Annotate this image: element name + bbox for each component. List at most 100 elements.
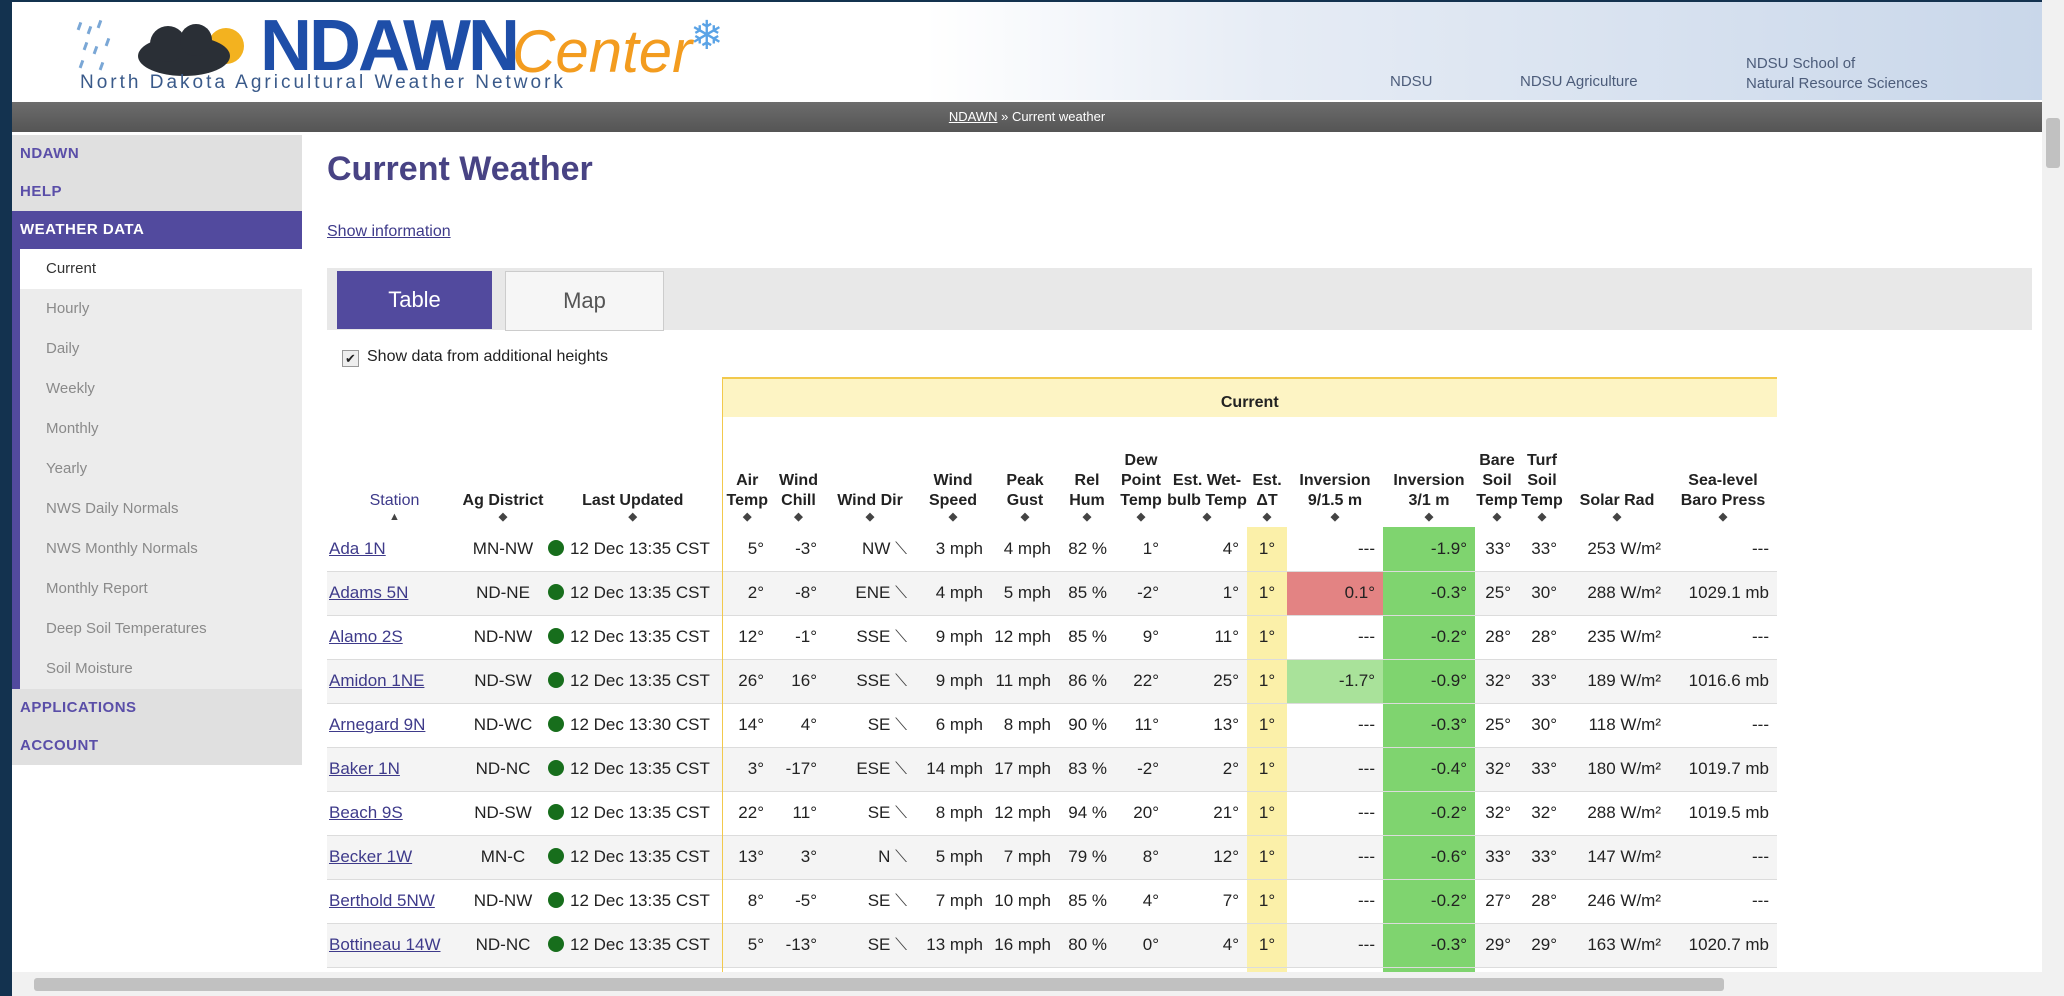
sidebar-item-current[interactable]: Current [12, 249, 302, 289]
cell-dew-point: 8° [1115, 835, 1167, 879]
cell-baro-press: 1019.7 mb [1669, 747, 1777, 791]
cell-air-temp: 22° [721, 791, 772, 835]
cell-rel-hum: 85 % [1059, 571, 1115, 615]
cell-inversion-9: --- [1358, 538, 1375, 558]
col-header-inversion-3[interactable]: Inversion 3/1 m ◆ [1383, 417, 1475, 527]
col-header-dew-point[interactable]: Dew Point Temp ◆ [1115, 417, 1167, 527]
wind-barb-icon: ⟍ [890, 671, 907, 690]
cell-turf-soil-temp: 33° [1519, 835, 1565, 879]
col-header-delta-t[interactable]: Est. ΔT ◆ [1247, 417, 1287, 527]
col-header-rel-hum[interactable]: Rel Hum ◆ [1059, 417, 1115, 527]
ndsu-link[interactable]: NDSU [1390, 72, 1433, 91]
cell-turf-soil-temp: 28° [1531, 891, 1557, 910]
sidebar-section-ndawn[interactable]: NDAWN [12, 135, 302, 173]
cell-last-updated: 12 Dec 13:35 CST [544, 923, 722, 967]
sidebar-item-monthly-report[interactable]: Monthly Report [12, 569, 302, 609]
cell-delta-t: 1° [1247, 923, 1287, 967]
col-header-wind-speed[interactable]: Wind Speed ◆ [915, 417, 991, 527]
cell-last-updated: 12 Dec 13:35 CST [544, 835, 722, 879]
cell-bare-soil-temp: 32° [1475, 659, 1519, 703]
col-header-baro-press[interactable]: Sea-level Baro Press ◆ [1669, 417, 1777, 527]
col-header-turf-soil[interactable]: Turf Soil Temp ◆ [1519, 417, 1565, 527]
cell-last-updated: 12 Dec 13:35 CST [544, 527, 722, 571]
cell-station-link[interactable]: Amidon 1NE [327, 659, 462, 703]
wind-barb-icon: ⟍ [890, 759, 907, 778]
wind-barb-icon: ⟍ [890, 627, 907, 646]
sidebar-item-monthly[interactable]: Monthly [12, 409, 302, 449]
cell-station-link[interactable]: Berthold 5NW [327, 879, 462, 923]
col-header-peak-gust[interactable]: Peak Gust ◆ [991, 417, 1059, 527]
cell-station-link[interactable]: Arnegard 9N [327, 703, 462, 747]
col-header-inversion-9[interactable]: Inversion 9/1.5 m ◆ [1287, 417, 1383, 527]
col-header-ag-district[interactable]: Ag District ◆ [462, 417, 544, 527]
cell-station-link[interactable]: Bottineau 14W [327, 923, 462, 967]
cell-wind-speed: 13 mph [915, 923, 991, 967]
cell-station-link[interactable]: Becker 1W [327, 835, 462, 879]
sort-icon: ◆ [794, 511, 803, 523]
cell-station-link[interactable]: Alamo 2S [327, 615, 462, 659]
cell-rel-hum: 86 % [1059, 659, 1115, 703]
cell-delta-t: 1° [1247, 747, 1287, 791]
horizontal-scroll-thumb[interactable] [34, 978, 1724, 991]
cell-wind-chill: 3° [772, 835, 825, 879]
cell-wind-chill: -5° [795, 891, 817, 910]
sidebar-item-deep-soil-temperatures[interactable]: Deep Soil Temperatures [12, 609, 302, 649]
col-header-station[interactable]: Station ▲ [327, 417, 462, 527]
ndsu-agriculture-link[interactable]: NDSU Agriculture [1520, 72, 1638, 91]
cell-wet-bulb: 21° [1213, 803, 1239, 822]
col-header-wind-dir[interactable]: Wind Dir ◆ [825, 417, 915, 527]
cell-station-link[interactable]: Baker 1N [327, 747, 462, 791]
sidebar-item-nws-daily-normals[interactable]: NWS Daily Normals [12, 489, 302, 529]
ndsu-school-link-line2[interactable]: Natural Resource Sciences [1746, 74, 1928, 93]
cell-station-link[interactable]: Beach 9S [327, 791, 462, 835]
vertical-scroll-thumb[interactable] [2046, 118, 2060, 168]
sidebar-section-weather-data[interactable]: WEATHER DATA [12, 211, 302, 249]
cell-station-link[interactable]: Adams 5N [327, 571, 462, 615]
cell-wind-speed: 14 mph [915, 747, 991, 791]
tab-table[interactable]: Table [337, 271, 492, 329]
additional-heights-checkbox[interactable]: ✔ [342, 350, 359, 367]
sidebar-item-daily[interactable]: Daily [12, 329, 302, 369]
col-header-solar-rad[interactable]: Solar Rad ◆ [1565, 417, 1669, 527]
col-header-wind-chill[interactable]: Wind Chill ◆ [772, 417, 825, 527]
sidebar-item-yearly[interactable]: Yearly [12, 449, 302, 489]
cell-air-temp: 12° [721, 615, 772, 659]
cell-turf-soil-temp: 32° [1531, 803, 1557, 822]
sidebar-item-nws-monthly-normals[interactable]: NWS Monthly Normals [12, 529, 302, 569]
vertical-scrollbar[interactable] [2042, 0, 2064, 996]
sort-icon: ◆ [1718, 511, 1728, 523]
cell-delta-t: 1° [1247, 615, 1287, 659]
status-ok-icon [548, 936, 564, 952]
breadcrumb-root-link[interactable]: NDAWN [949, 109, 998, 124]
sidebar-item-soil-moisture[interactable]: Soil Moisture [12, 649, 302, 689]
cell-wet-bulb: 4° [1222, 538, 1239, 558]
sidebar-section-help[interactable]: HELP [12, 173, 302, 211]
sort-icon: ◆ [948, 511, 958, 523]
cell-delta-t: 1° [1247, 791, 1287, 835]
cell-baro-press: --- [1752, 715, 1769, 734]
cell-bare-soil-temp: 33° [1475, 835, 1519, 879]
col-header-air-temp[interactable]: Air Temp ◆ [721, 417, 772, 527]
horizontal-scrollbar[interactable] [12, 972, 2042, 996]
table-row: Becker 1W MN-C 12 Dec 13:35 CST 13° 3° N ⟍ 5 m… [327, 835, 1777, 879]
cell-station-link[interactable]: Ada 1N [327, 527, 462, 571]
table-row: Beach 9S ND-SW 12 Dec 13:35 CST 22° 11° SE ⟍ 8… [327, 791, 1777, 835]
cell-wet-bulb: 13° [1213, 715, 1239, 734]
sidebar-section-applications[interactable]: APPLICATIONS [12, 689, 302, 727]
sidebar-item-hourly[interactable]: Hourly [12, 289, 302, 329]
cell-bare-soil-temp: 32° [1475, 747, 1519, 791]
sidebar-item-weekly[interactable]: Weekly [12, 369, 302, 409]
cell-turf-soil-temp: 33° [1519, 747, 1565, 791]
sidebar-section-account[interactable]: ACCOUNT [12, 727, 302, 765]
sort-icon: ◆ [1020, 511, 1030, 523]
tab-map[interactable]: Map [505, 271, 664, 331]
show-information-link[interactable]: Show information [327, 223, 451, 241]
cell-inversion-3: -0.2° [1383, 791, 1475, 835]
cell-peak-gust: 17 mph [991, 747, 1059, 791]
ndsu-school-link-line1[interactable]: NDSU School of [1746, 54, 1855, 73]
col-header-last-updated[interactable]: Last Updated ◆ [544, 417, 722, 527]
cell-last-updated: 12 Dec 13:30 CST [544, 703, 722, 747]
sort-icon: ◆ [1537, 511, 1547, 523]
col-header-bare-soil[interactable]: Bare Soil Temp ◆ [1475, 417, 1519, 527]
col-header-wet-bulb[interactable]: Est. Wet-bulb Temp ◆ [1167, 417, 1247, 527]
